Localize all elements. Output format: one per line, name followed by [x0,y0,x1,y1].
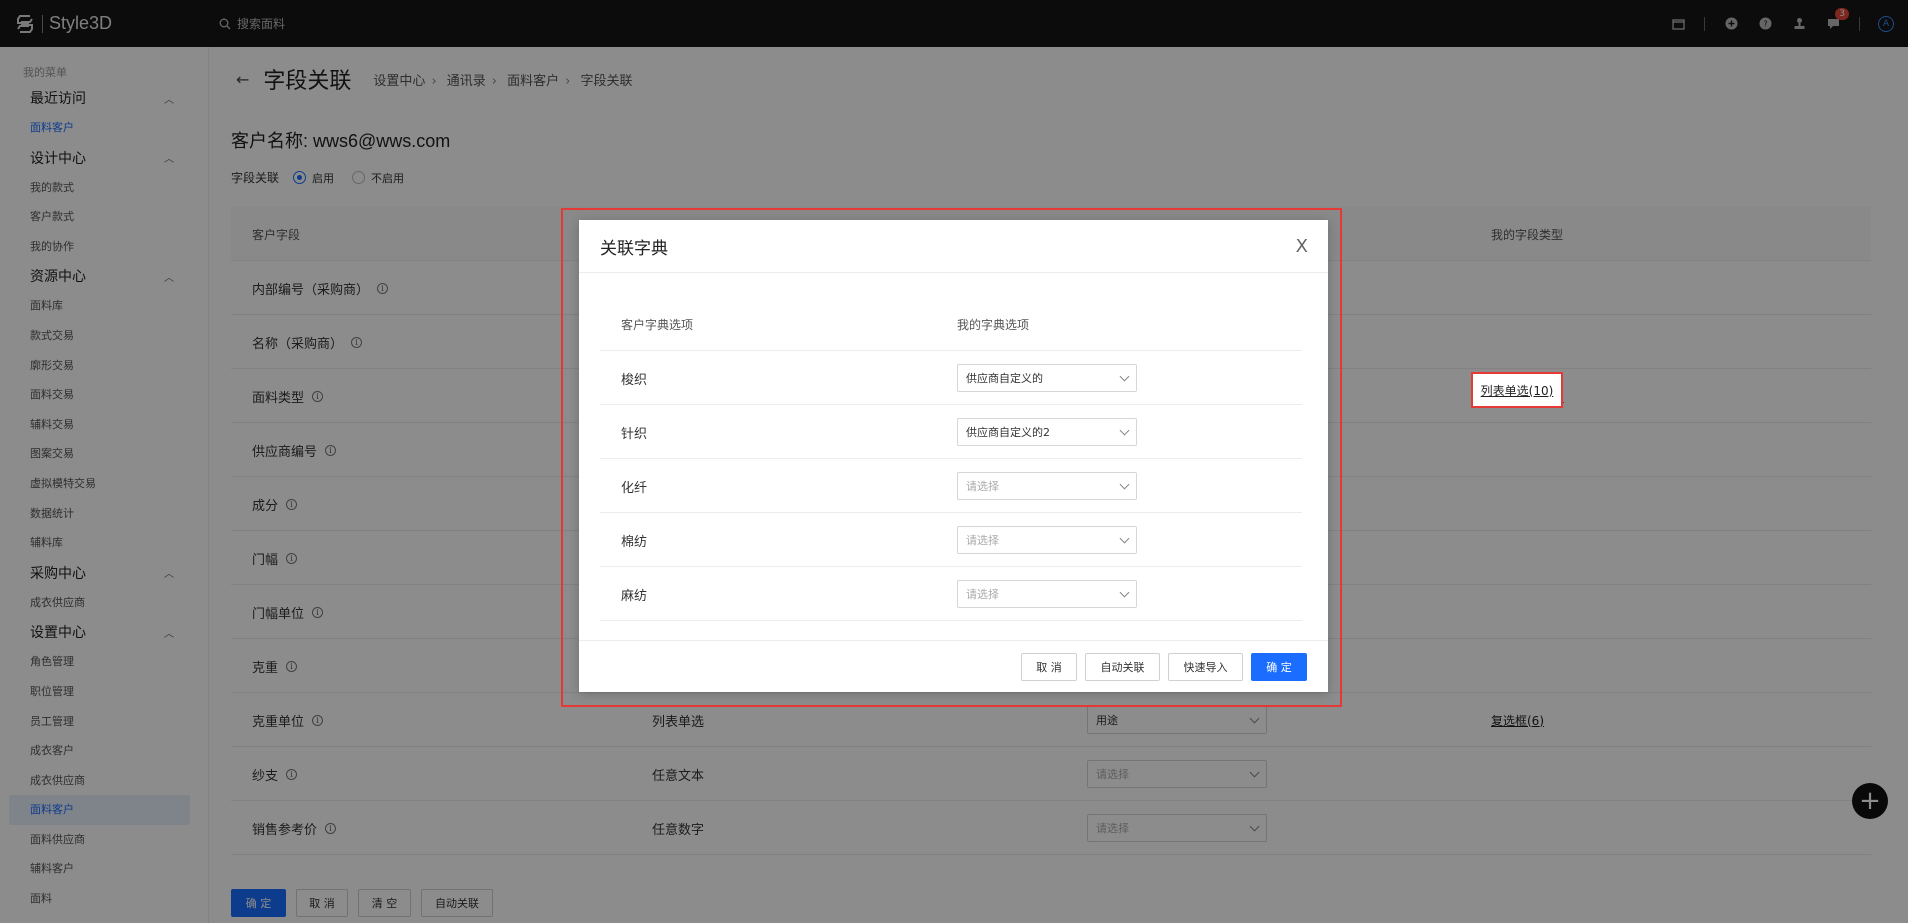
highlight-box-modal [561,208,1342,707]
highlight-box-link [1471,372,1563,408]
